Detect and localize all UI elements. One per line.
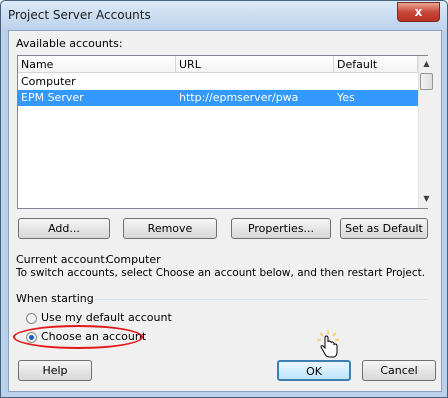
column-header-url[interactable]: URL	[176, 56, 334, 73]
table-row-selected[interactable]: EPM Server http://epmserver/pwa Yes	[18, 90, 418, 106]
use-default-account-label[interactable]: Use my default account	[41, 311, 172, 324]
title-bar: Project Server Accounts x	[1, 1, 447, 29]
account-name: Computer	[21, 75, 76, 88]
table-row[interactable]: Computer	[18, 74, 418, 90]
switch-instructions: To switch accounts, select Choose an acc…	[16, 267, 426, 279]
accounts-list[interactable]: Name URL Default Computer EPM Server htt…	[17, 55, 435, 209]
close-icon: x	[414, 5, 423, 19]
available-accounts-label: Available accounts:	[16, 37, 123, 50]
highlight-ellipse	[13, 325, 143, 349]
add-button[interactable]: Add...	[18, 218, 110, 239]
set-as-default-button[interactable]: Set as Default	[340, 218, 428, 239]
when-starting-label: When starting	[16, 292, 94, 305]
current-account-value: Computer	[106, 253, 161, 266]
ok-button[interactable]: OK	[277, 360, 351, 381]
dialog-body: Available accounts: Name URL Default Com…	[8, 30, 442, 392]
account-default: Yes	[337, 91, 355, 104]
use-default-account-radio[interactable]	[26, 313, 37, 324]
window-title: Project Server Accounts	[8, 8, 151, 22]
group-divider	[95, 299, 428, 300]
vertical-scrollbar[interactable]: ▲ ▼	[418, 56, 435, 208]
help-button[interactable]: Help	[18, 360, 92, 381]
column-header-default[interactable]: Default	[334, 56, 418, 73]
project-server-accounts-dialog: Project Server Accounts x Available acco…	[0, 0, 448, 398]
properties-button[interactable]: Properties...	[231, 218, 331, 239]
hand-cursor-icon	[317, 330, 339, 358]
account-name: EPM Server	[21, 91, 84, 104]
cancel-button[interactable]: Cancel	[362, 360, 436, 381]
scroll-down-arrow-icon[interactable]: ▼	[421, 192, 432, 206]
scroll-thumb[interactable]	[420, 73, 433, 90]
remove-button[interactable]: Remove	[123, 218, 217, 239]
account-url: http://epmserver/pwa	[179, 91, 299, 104]
close-button[interactable]: x	[397, 2, 440, 22]
column-header-name[interactable]: Name	[18, 56, 176, 73]
current-account-label: Current account:	[16, 253, 109, 266]
scroll-up-arrow-icon[interactable]: ▲	[421, 57, 432, 71]
